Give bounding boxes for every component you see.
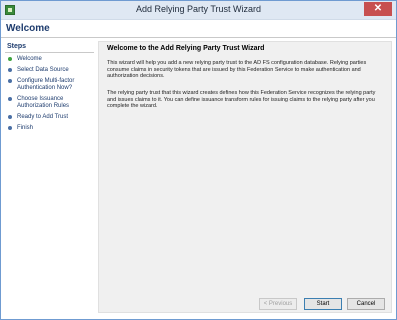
page-header: Welcome bbox=[1, 20, 396, 38]
cancel-button[interactable]: Cancel bbox=[347, 298, 385, 310]
close-button[interactable]: ✕ bbox=[364, 2, 392, 16]
step-label: Choose Issuance Authorization Rules bbox=[17, 96, 70, 109]
step-label: Welcome bbox=[17, 56, 42, 62]
content-title: Welcome to the Add Relying Party Trust W… bbox=[107, 45, 265, 52]
step-label: Configure Multi-factor Authentication No… bbox=[17, 78, 75, 91]
details-paragraph: The relying party trust that this wizard… bbox=[107, 90, 376, 110]
step-select-data-source: Select Data Source bbox=[5, 67, 94, 74]
step-issuance-authorization-rules: Choose Issuance Authorization Rules bbox=[5, 96, 94, 110]
page-title: Welcome bbox=[6, 23, 50, 34]
step-bullet-icon bbox=[8, 97, 12, 101]
step-bullet-icon bbox=[8, 126, 12, 130]
start-button[interactable]: Start bbox=[304, 298, 342, 310]
step-label: Finish bbox=[17, 125, 34, 131]
step-ready-to-add-trust: Ready to Add Trust bbox=[5, 114, 94, 121]
steps-panel: Steps Welcome Select Data Source Configu… bbox=[5, 41, 94, 313]
intro-paragraph: This wizard will help you add a new rely… bbox=[107, 60, 367, 80]
current-step-bullet-icon bbox=[8, 57, 12, 61]
content-panel: Welcome to the Add Relying Party Trust W… bbox=[98, 41, 392, 313]
step-bullet-icon bbox=[8, 115, 12, 119]
steps-label: Steps bbox=[5, 41, 94, 53]
step-finish: Finish bbox=[5, 125, 94, 132]
step-bullet-icon bbox=[8, 68, 12, 72]
step-label: Ready to Add Trust bbox=[17, 114, 69, 120]
step-welcome: Welcome bbox=[5, 56, 94, 63]
step-configure-mfa: Configure Multi-factor Authentication No… bbox=[5, 78, 94, 92]
previous-button[interactable]: < Previous bbox=[259, 298, 297, 310]
step-bullet-icon bbox=[8, 79, 12, 83]
wizard-window: Add Relying Party Trust Wizard ✕ Welcome… bbox=[0, 0, 397, 320]
window-title: Add Relying Party Trust Wizard bbox=[135, 4, 262, 14]
title-bar[interactable]: Add Relying Party Trust Wizard ✕ bbox=[1, 1, 396, 20]
step-label: Select Data Source bbox=[17, 67, 69, 73]
